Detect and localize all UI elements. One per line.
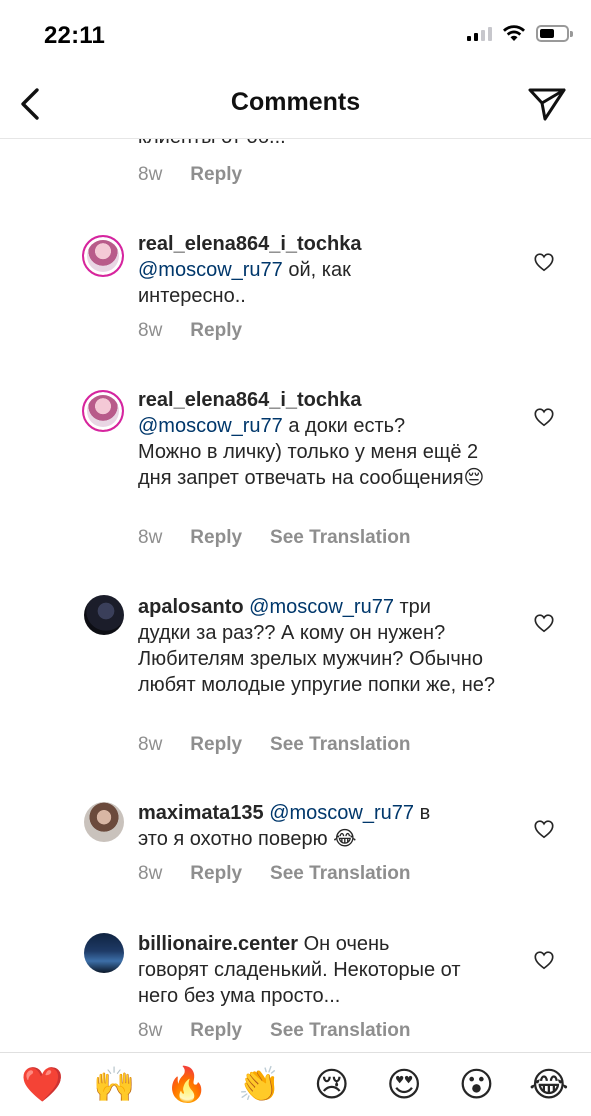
comment-age: 8w: [138, 863, 163, 884]
crying-emoji-button[interactable]: 😢: [308, 1065, 356, 1105]
avatar[interactable]: [84, 595, 124, 635]
heart-icon[interactable]: [533, 612, 555, 634]
comment-age: 8w: [138, 1020, 163, 1041]
comment-meta: 8w Reply See Translation: [138, 734, 411, 756]
comment-mention[interactable]: @moscow_ru77: [269, 802, 414, 824]
comment-meta: 8w Reply See Translation: [138, 863, 411, 885]
see-translation-button[interactable]: See Translation: [270, 1020, 410, 1042]
heart-eyes-emoji-button[interactable]: 😍: [380, 1065, 428, 1105]
paper-plane-icon: [528, 88, 566, 121]
comment-body: говорят сладенький. Некоторые от него бе…: [138, 959, 461, 1007]
comment-body: это я охотно поверю 😂: [138, 828, 357, 850]
heart-icon[interactable]: [533, 251, 555, 273]
comment-username[interactable]: real_elena864_i_tochka: [138, 389, 362, 411]
comment-username[interactable]: billionaire.center: [138, 933, 298, 955]
status-time: 22:11: [44, 22, 106, 49]
comment-age: 8w: [138, 320, 163, 341]
partial-comment-text: клиенты от об...: [138, 139, 286, 149]
surprised-emoji-button[interactable]: 😮: [452, 1065, 500, 1105]
page-title: Comments: [230, 88, 361, 116]
reply-button[interactable]: Reply: [190, 863, 242, 885]
comment-username[interactable]: apalosanto: [138, 596, 244, 618]
see-translation-button[interactable]: See Translation: [270, 734, 410, 756]
comment-mention[interactable]: @moscow_ru77: [138, 415, 283, 437]
wifi-icon: [503, 25, 525, 41]
comment-body-start: ой, как: [282, 259, 351, 281]
fire-emoji-button[interactable]: 🔥: [163, 1065, 211, 1105]
heart-emoji-button[interactable]: ❤️: [18, 1065, 66, 1105]
comment-text: maximata135 @moscow_ru77 в это я охотно …: [138, 800, 498, 852]
comment-body-start: Он очень: [298, 933, 390, 955]
comment-meta: 8w Reply See Translation: [138, 1020, 411, 1042]
comment-body-start: три: [393, 596, 431, 618]
share-button[interactable]: [527, 84, 567, 124]
heart-icon[interactable]: [533, 949, 555, 971]
comment-text: real_elena864_i_tochka @moscow_ru77 а до…: [138, 387, 488, 491]
status-icons: [467, 24, 573, 42]
comment-body: Можно в личку) только у меня ещё 2 дня з…: [138, 441, 485, 489]
comment-mention[interactable]: @moscow_ru77: [249, 596, 394, 618]
see-translation-button[interactable]: See Translation: [270, 527, 410, 549]
avatar[interactable]: [84, 802, 124, 842]
avatar[interactable]: [82, 235, 124, 277]
comment-meta: 8w Reply: [138, 320, 242, 342]
comment-meta: 8w Reply: [138, 164, 242, 186]
status-bar: 22:11: [0, 0, 591, 70]
comment-age: 8w: [138, 527, 163, 548]
reply-button[interactable]: Reply: [190, 1020, 242, 1042]
comment-mention[interactable]: @moscow_ru77: [138, 259, 283, 281]
battery-icon: [536, 24, 573, 42]
comment-age: 8w: [138, 734, 163, 755]
cellular-signal-icon: [467, 25, 492, 41]
comment-text: real_elena864_i_tochka @moscow_ru77 ой, …: [138, 231, 498, 309]
comment-username[interactable]: real_elena864_i_tochka: [138, 233, 362, 255]
comment-meta: 8w Reply See Translation: [138, 527, 411, 549]
tears-of-joy-emoji-button[interactable]: 😂: [525, 1065, 573, 1105]
comment-feed[interactable]: клиенты от об... 8w Reply real_elena864_…: [0, 139, 591, 1052]
comment-body: дудки за раз?? А кому он нужен? Любителя…: [138, 622, 496, 696]
reply-button[interactable]: Reply: [190, 320, 242, 342]
avatar[interactable]: [82, 390, 124, 432]
see-translation-button[interactable]: See Translation: [270, 863, 410, 885]
comment-text: apalosanto @moscow_ru77 три дудки за раз…: [138, 594, 498, 698]
comment-body-start: в: [414, 802, 431, 824]
raising-hands-emoji-button[interactable]: 🙌: [91, 1065, 139, 1105]
comment-body-start: а доки есть?: [282, 415, 406, 437]
clapping-emoji-button[interactable]: 👏: [235, 1065, 283, 1105]
avatar[interactable]: [84, 933, 124, 973]
comment-text: billionaire.center Он очень говорят слад…: [138, 931, 488, 1009]
heart-icon[interactable]: [533, 818, 555, 840]
comment-age: 8w: [138, 164, 163, 185]
reply-button[interactable]: Reply: [190, 734, 242, 756]
reply-button[interactable]: Reply: [190, 164, 242, 186]
nav-bar: Comments: [0, 70, 591, 139]
reply-button[interactable]: Reply: [190, 527, 242, 549]
heart-icon[interactable]: [533, 406, 555, 428]
comment-username[interactable]: maximata135: [138, 802, 264, 824]
comment-body: интересно..: [138, 285, 246, 307]
emoji-quick-reply-bar: ❤️ 🙌 🔥 👏 😢 😍 😮 😂: [0, 1052, 591, 1116]
